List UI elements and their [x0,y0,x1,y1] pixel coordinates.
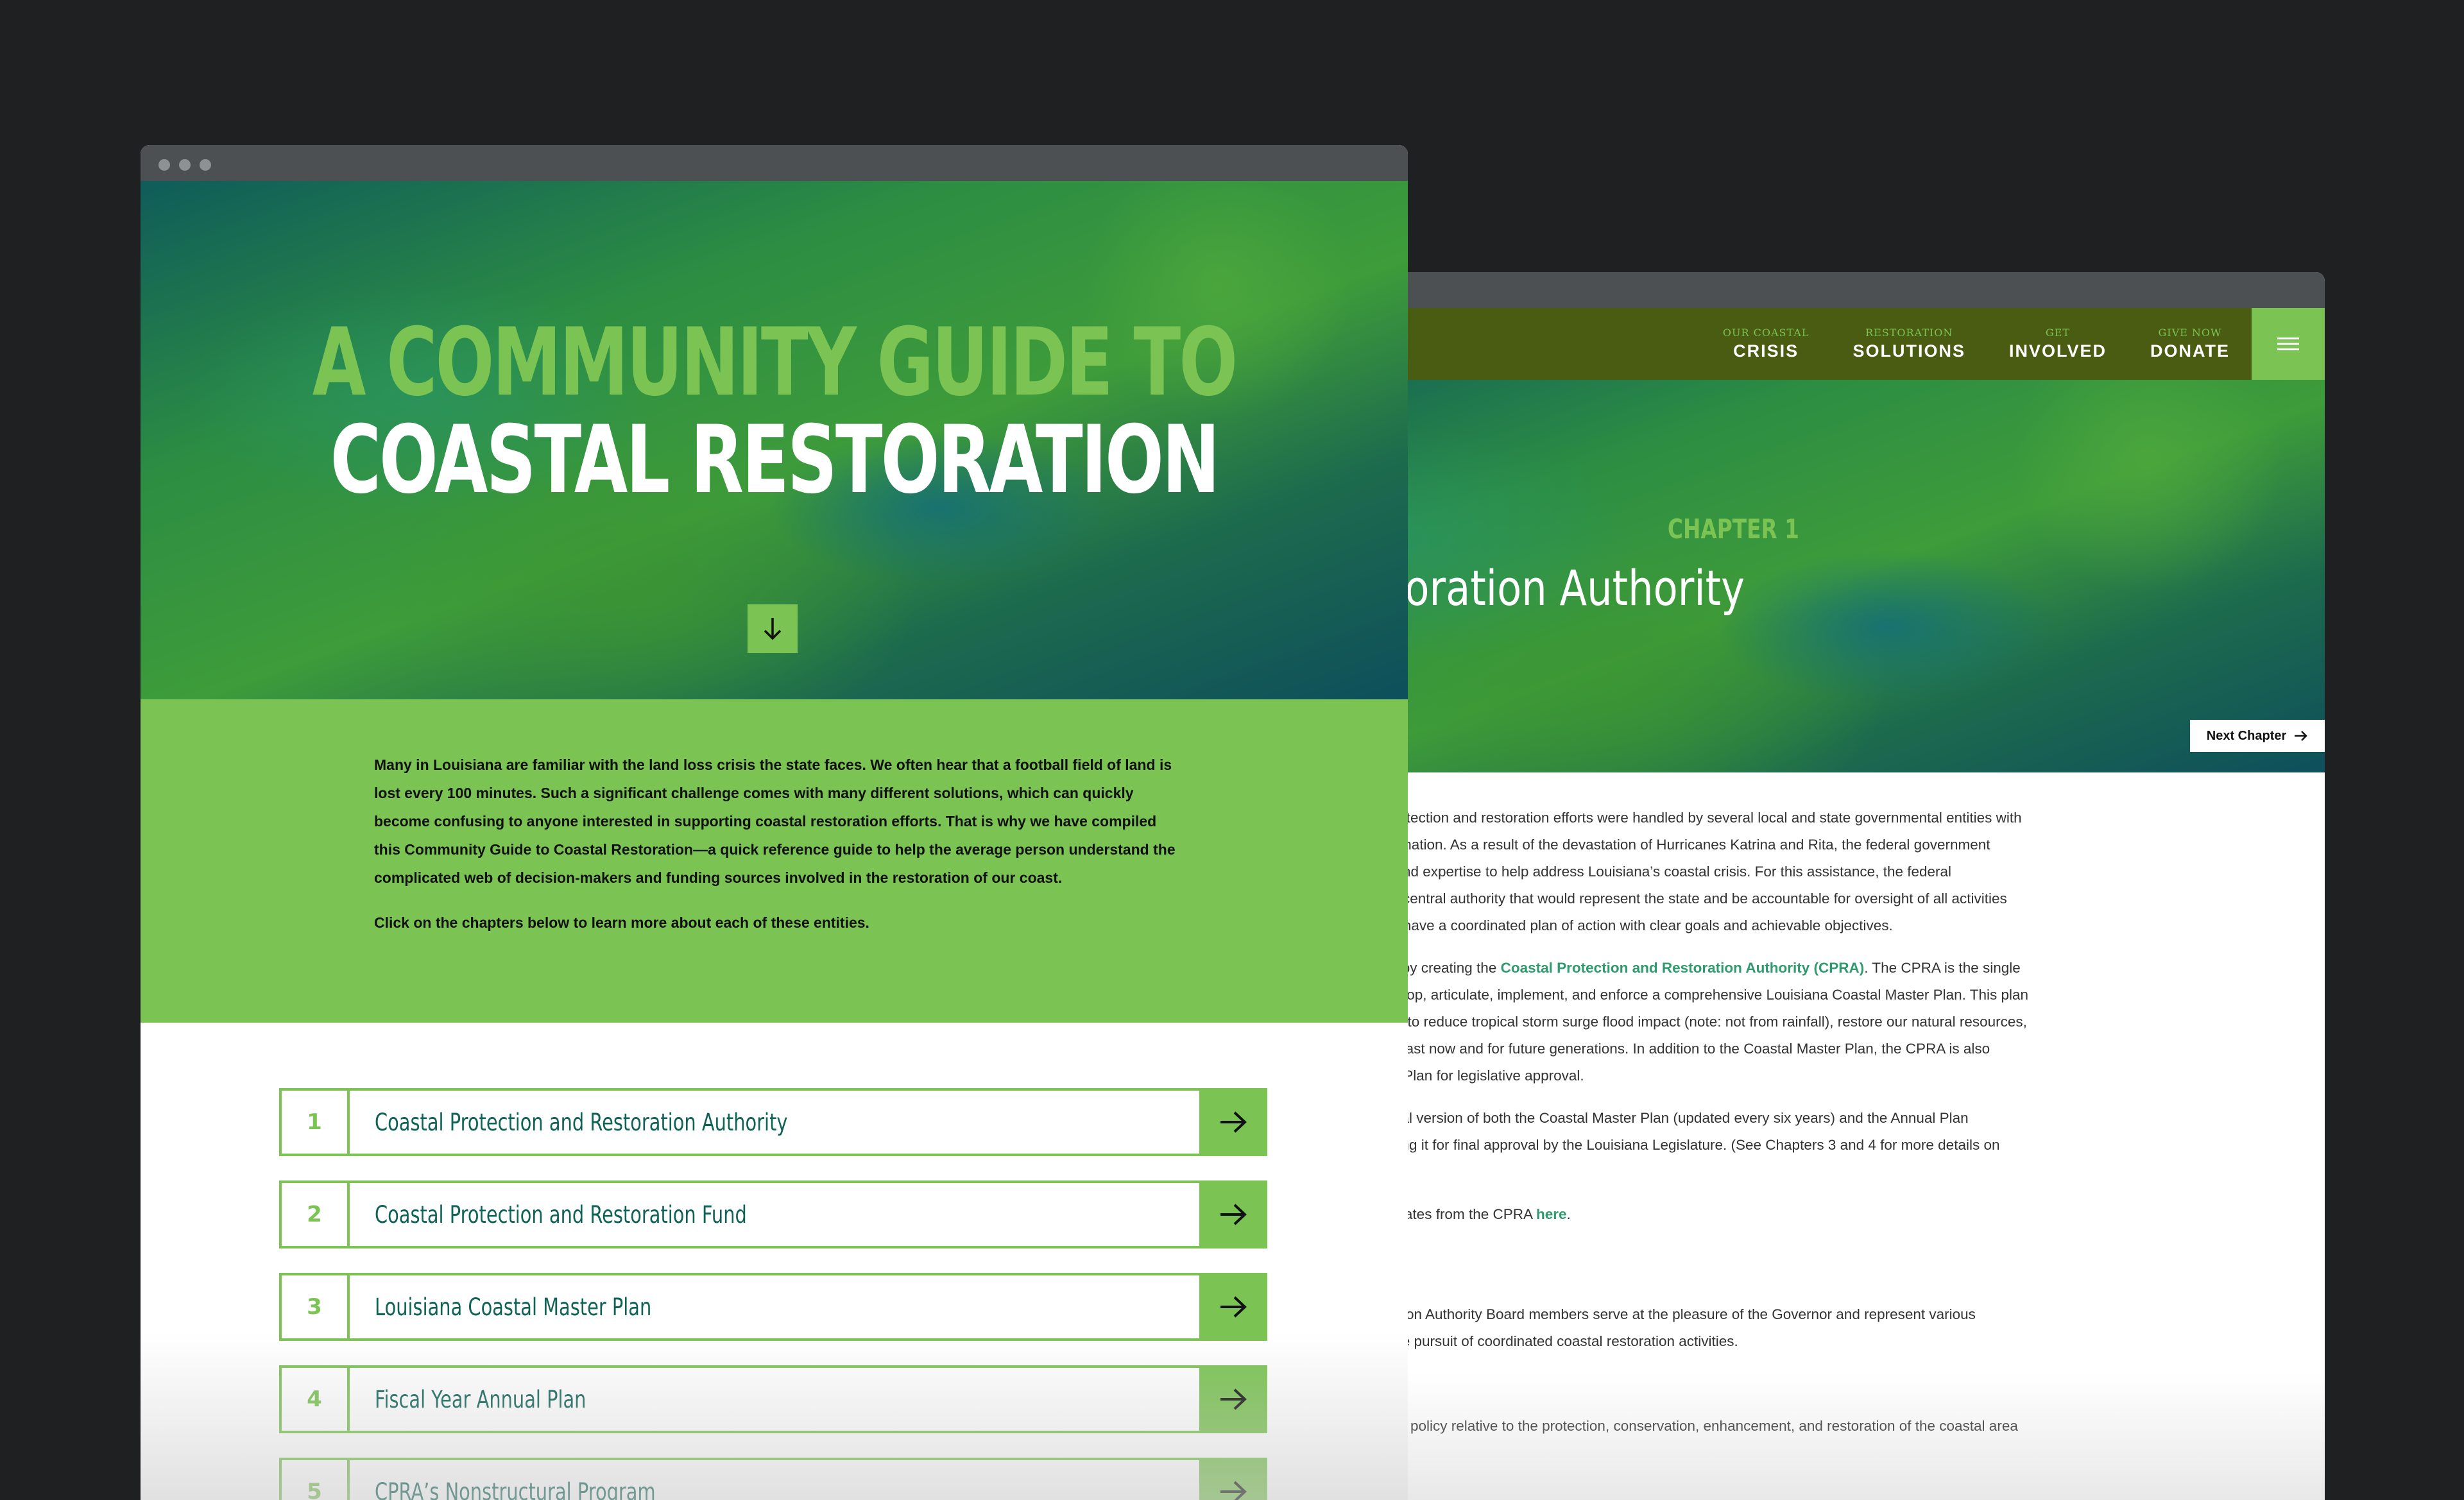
chapter-link-1[interactable]: 1 Coastal Protection and Restoration Aut… [279,1088,1267,1156]
nav-item-label: DONATE [2150,341,2230,361]
scroll-down-button[interactable] [748,604,798,653]
nav-item-crisis[interactable]: OUR COASTAL CRISIS [1701,327,1831,361]
nav-item-label: INVOLVED [2008,341,2107,361]
chapter-label: Louisiana Coastal Master Plan [375,1293,652,1321]
nav-item-kicker: GIVE NOW [2158,327,2222,339]
chapter-go-button[interactable] [1199,1458,1267,1500]
nav-item-involved[interactable]: GET INVOLVED [1987,327,2128,361]
nav-item-label: CRISIS [1733,341,1799,361]
arrow-right-icon [2295,731,2308,741]
chapter-go-button[interactable] [1199,1273,1267,1341]
hero-title-line2: COASTAL RESTORATION [330,405,1220,515]
hamburger-icon [2277,337,2299,350]
hero-title-line1: A COMMUNITY GUIDE TO [312,308,1238,417]
nav-item-kicker: GET [2045,327,2071,339]
window-dot [200,159,211,171]
nav-item-label: SOLUTIONS [1852,341,1965,361]
arrow-right-icon [1220,1388,1247,1410]
chapter-number: 2 [282,1183,350,1246]
arrow-right-icon [1220,1111,1247,1133]
arrow-right-icon [1220,1481,1247,1500]
chapter-number: 4 [282,1368,350,1431]
menu-button[interactable] [2252,308,2325,380]
intro-paragraph: Click on the chapters below to learn mor… [374,914,869,931]
chapter-number: 1 [282,1091,350,1154]
chapter-number: 3 [282,1275,350,1338]
chapter-label: Coastal Protection and Restoration Fund [375,1200,747,1229]
nav-item-donate[interactable]: GIVE NOW DONATE [2128,327,2252,361]
chapter-label: Coastal Protection and Restoration Autho… [375,1108,788,1136]
intro-paragraph: Many in Louisiana are familiar with the … [374,756,1176,886]
chapter-go-button[interactable] [1199,1365,1267,1433]
browser-window-guide: A COMMUNITY GUIDE TO COASTAL RESTORATION… [141,145,1408,1500]
chapter-link-4[interactable]: 4 Fiscal Year Annual Plan [279,1365,1267,1433]
nav-item-kicker: OUR COASTAL [1722,327,1810,339]
next-chapter-label: Next Chapter [2206,728,2287,743]
browser-titlebar [141,145,1408,181]
chapter-number: 5 [282,1460,350,1500]
arrow-right-icon [1220,1296,1247,1318]
chapter-link-5[interactable]: 5 CPRA’s Nonstructural Program [279,1458,1267,1500]
email-signup-link[interactable]: here [1536,1206,1567,1222]
arrow-right-icon [1220,1204,1247,1225]
arrow-down-icon [764,618,782,640]
window-dot [179,159,191,171]
nav-item-solutions[interactable]: RESTORATION SOLUTIONS [1831,327,1987,361]
intro-section: Many in Louisiana are familiar with the … [141,699,1408,1023]
chapter-label: CPRA’s Nonstructural Program [375,1478,656,1500]
chapter-link-3[interactable]: 3 Louisiana Coastal Master Plan [279,1273,1267,1341]
nav-item-kicker: RESTORATION [1865,327,1953,339]
window-dot [158,159,170,171]
chapter-go-button[interactable] [1199,1088,1267,1156]
cpra-link[interactable]: Coastal Protection and Restoration Autho… [1501,960,1865,976]
guide-hero: A COMMUNITY GUIDE TO COASTAL RESTORATION [141,181,1408,699]
chapter-label: Fiscal Year Annual Plan [375,1385,586,1413]
chapter-go-button[interactable] [1199,1180,1267,1249]
hero-title: A COMMUNITY GUIDE TO COASTAL RESTORATION [141,316,1408,507]
next-chapter-button[interactable]: Next Chapter [2190,720,2325,752]
chapter-link-2[interactable]: 2 Coastal Protection and Restoration Fun… [279,1180,1267,1249]
chapter-list: 1 Coastal Protection and Restoration Aut… [279,1088,1267,1500]
